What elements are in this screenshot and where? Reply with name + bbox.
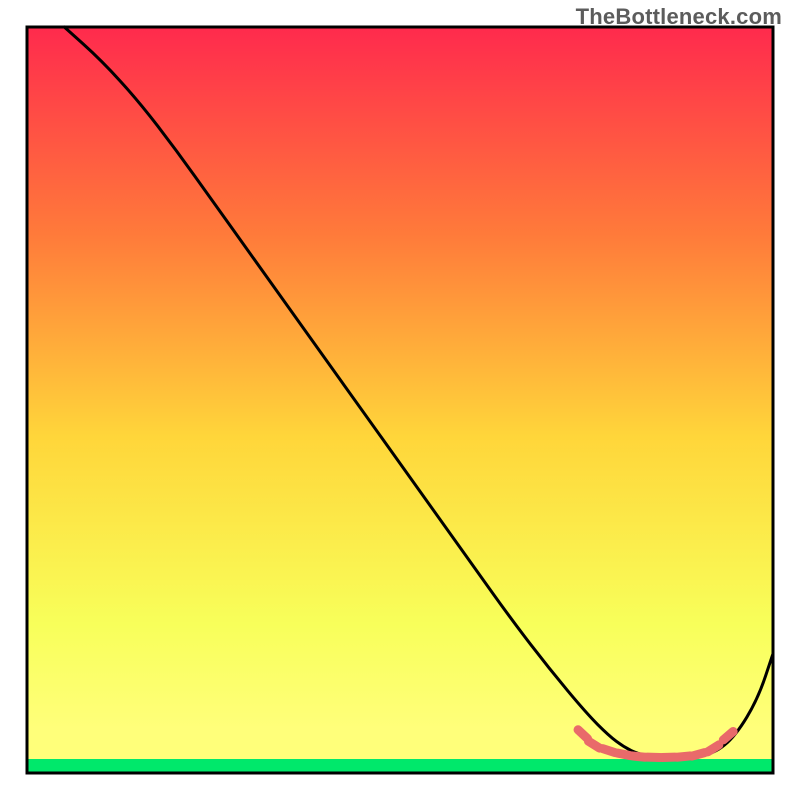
highlight-dash [708, 745, 719, 752]
gradient-background [27, 27, 773, 773]
highlight-dash [588, 741, 599, 748]
plot-area [27, 27, 773, 773]
highlight-dash [692, 753, 705, 756]
highlight-dash [723, 731, 733, 739]
chart-stage: TheBottleneck.com [0, 0, 800, 800]
chart-svg [0, 0, 800, 800]
watermark-label: TheBottleneck.com [576, 4, 782, 30]
